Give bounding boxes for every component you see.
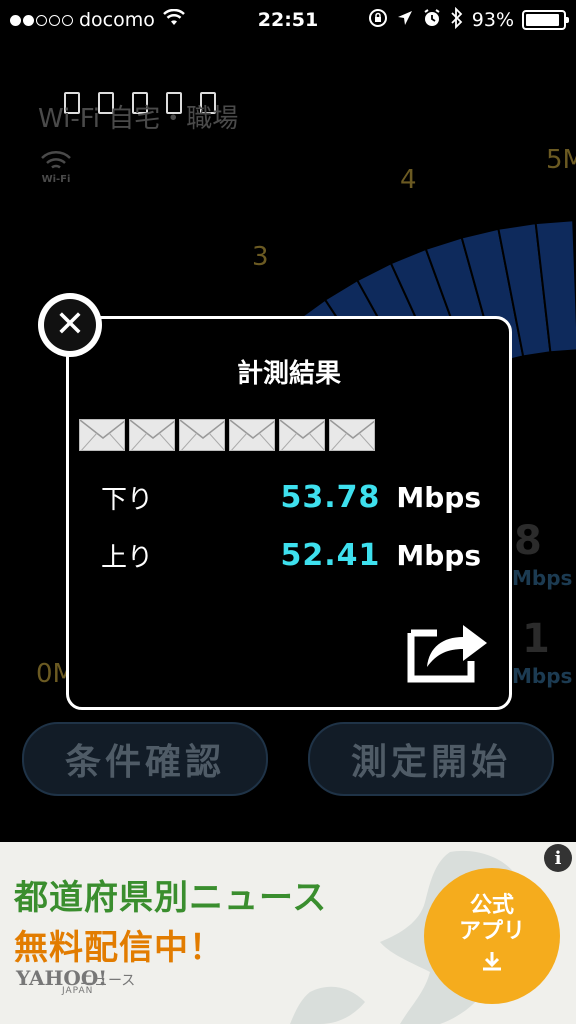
alarm-icon (422, 8, 442, 33)
clock-time: 22:51 (257, 9, 319, 31)
location-arrow-icon (396, 9, 414, 32)
download-speed-partial: 8 (514, 518, 542, 564)
result-dialog: 計測結果 下り 53.78 Mbps 上り 52.41 Mbps (66, 316, 512, 710)
envelope-icon (279, 419, 325, 451)
gauge-label-4: 4 (400, 165, 417, 195)
official-app-button[interactable]: 公式 アプリ (424, 868, 560, 1004)
bluetooth-icon (450, 6, 464, 34)
share-button[interactable] (407, 611, 491, 683)
upload-speed-partial: 1 (522, 616, 550, 662)
download-value: 53.78 (280, 479, 381, 515)
ad-info-icon[interactable]: i (544, 844, 572, 872)
orientation-lock-icon (368, 8, 388, 33)
close-icon: ✕ (44, 299, 96, 351)
status-bar: docomo 22:51 93% (0, 0, 576, 40)
upload-value: 52.41 (280, 537, 381, 573)
upload-row: 上り 52.41 Mbps (101, 535, 481, 575)
gauge-label-3: 3 (252, 242, 269, 272)
dialog-title: 計測結果 (236, 359, 341, 389)
envelope-icon (179, 419, 225, 451)
close-button[interactable]: ✕ (38, 293, 102, 357)
ad-headline: 都道府県別ニュース (14, 878, 328, 918)
download-unit-partial: Mbps (512, 566, 573, 590)
envelope-icon (129, 419, 175, 451)
envelope-icon (329, 419, 375, 451)
cta-line1: 公式 (469, 892, 514, 918)
share-icon (407, 625, 487, 683)
download-unit: Mbps (396, 480, 481, 514)
envelope-row (79, 419, 375, 451)
gauge-label-5m: 5M (546, 145, 576, 175)
check-conditions-button[interactable]: 条件確認 (22, 722, 268, 796)
signal-strength-icon (10, 14, 73, 26)
download-row: 下り 53.78 Mbps (101, 477, 481, 517)
envelope-icon (229, 419, 275, 451)
download-label: 下り (101, 484, 154, 515)
wifi-status-icon (163, 8, 185, 32)
upload-unit-partial: Mbps (512, 664, 573, 688)
carrier-name: docomo (79, 9, 155, 31)
start-measurement-button[interactable]: 測定開始 (308, 722, 554, 796)
cta-line2: アプリ (458, 918, 525, 944)
upload-label: 上り (101, 542, 154, 573)
download-icon (480, 949, 504, 980)
ad-banner[interactable]: 都道府県別ニュース 無料配信中！ YAHOO! ニュース JAPAN i 公式 … (0, 842, 576, 1024)
battery-percent: 93% (471, 9, 514, 31)
upload-unit: Mbps (396, 538, 481, 572)
yahoo-logo-japan: JAPAN (62, 986, 94, 996)
network-title: Wi-Fi 自宅・職場 (38, 104, 239, 134)
battery-icon (522, 10, 569, 30)
ad-subheadline: 無料配信中！ (14, 928, 224, 968)
envelope-icon (79, 419, 125, 451)
